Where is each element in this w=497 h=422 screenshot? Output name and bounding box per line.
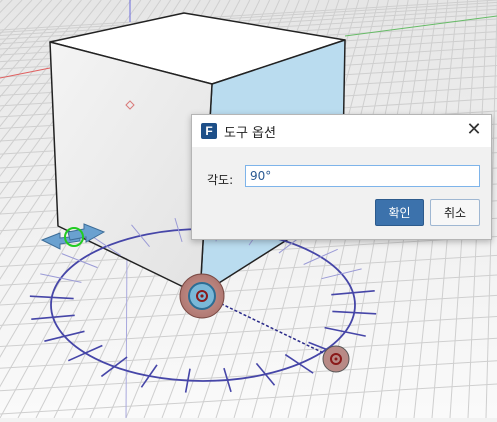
dialog-titlebar[interactable]: F 도구 옵션 ✕ [192,115,491,147]
angle-end-handle[interactable] [322,345,350,373]
ok-button[interactable]: 확인 [375,199,424,226]
tool-options-dialog: F 도구 옵션 ✕ 각도: 확인 취소 [191,114,492,240]
app-logo-icon: F [201,123,217,139]
close-button[interactable]: ✕ [463,120,485,142]
close-icon: ✕ [466,119,482,140]
pivot-handle[interactable] [179,273,225,319]
cancel-button[interactable]: 취소 [430,199,480,226]
dialog-title: 도구 옵션 [224,126,276,141]
angle-label: 각도: [207,173,234,187]
angle-input[interactable] [245,165,480,187]
dialog-body: 각도: 확인 취소 [192,147,491,239]
